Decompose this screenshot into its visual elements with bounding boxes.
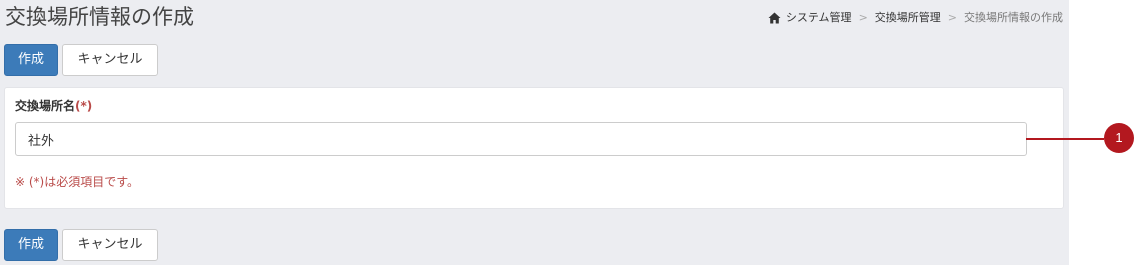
breadcrumb-item-system-admin[interactable]: システム管理 xyxy=(786,10,852,26)
page-title: 交換場所情報の作成 xyxy=(5,5,194,29)
callout-badge: 1 xyxy=(1104,123,1134,153)
exchange-place-name-label: 交換場所名(*) xyxy=(15,98,92,114)
field-label-text: 交換場所名 xyxy=(15,99,76,113)
breadcrumb: システム管理 > 交換場所管理 > 交換場所情報の作成 xyxy=(768,10,1063,26)
exchange-place-name-input[interactable] xyxy=(15,122,1027,156)
create-button-bottom[interactable]: 作成 xyxy=(4,229,58,261)
top-action-bar: 作成 キャンセル xyxy=(4,44,158,76)
app-window: 交換場所情報の作成 システム管理 > 交換場所管理 > 交換場所情報の作成 作成… xyxy=(0,0,1069,265)
form-panel: 交換場所名(*) ※ (*)は必須項目です。 xyxy=(4,87,1064,209)
required-mark: (*) xyxy=(75,99,93,113)
create-button[interactable]: 作成 xyxy=(4,44,58,76)
home-icon[interactable] xyxy=(768,12,781,24)
breadcrumb-item-current: 交換場所情報の作成 xyxy=(964,11,1063,24)
bottom-action-bar: 作成 キャンセル xyxy=(4,229,158,261)
breadcrumb-separator: > xyxy=(947,11,957,24)
breadcrumb-separator: > xyxy=(858,11,868,24)
breadcrumb-item-exchange-place-admin[interactable]: 交換場所管理 xyxy=(875,10,941,26)
cancel-button-bottom[interactable]: キャンセル xyxy=(62,229,158,261)
cancel-button[interactable]: キャンセル xyxy=(62,44,158,76)
callout-line xyxy=(1026,138,1104,140)
required-note: ※ (*)は必須項目です。 xyxy=(15,175,140,189)
